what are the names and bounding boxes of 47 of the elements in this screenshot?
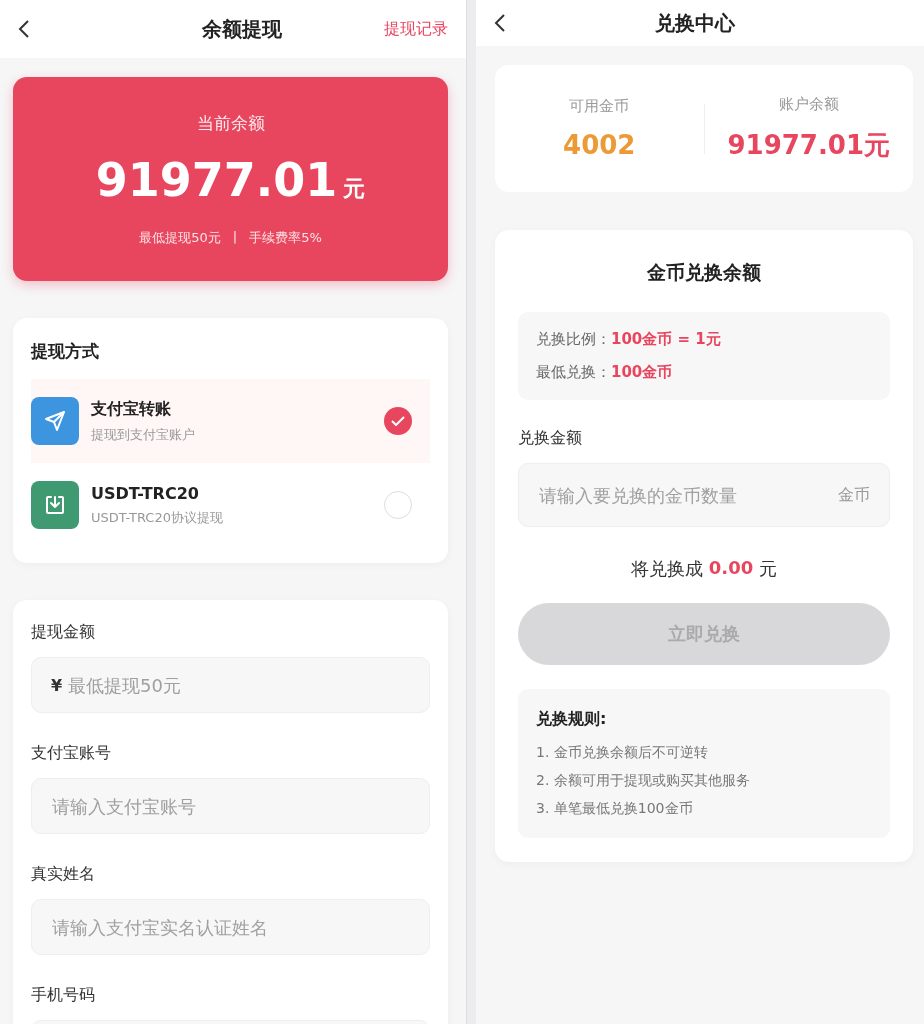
minimum-note: 最低提现50元 <box>139 228 221 247</box>
field-label: 手机号码 <box>31 985 96 1006</box>
back-icon <box>18 19 30 39</box>
balance-amount: 91977.01 <box>95 152 338 207</box>
rule-item: 2. 余额可用于提现或购买其他服务 <box>536 772 751 790</box>
stat-value: 91977.01元 <box>727 128 890 162</box>
fee-note: 手续费率5% <box>249 228 322 247</box>
info-label: 最低兑换： <box>536 363 611 382</box>
rules-title: 兑换规则: <box>536 709 608 730</box>
method-description: 提现到支付宝账户 <box>91 425 196 444</box>
field-label: 提现金额 <box>31 622 96 643</box>
result-amount: 0.00 <box>708 557 754 580</box>
radio-button[interactable] <box>384 407 412 435</box>
stat-label: 可用金币 <box>569 97 630 116</box>
withdraw-history-link[interactable]: 提现记录 <box>384 18 448 40</box>
method-description: USDT-TRC20协议提现 <box>91 508 224 527</box>
radio-button[interactable] <box>384 491 412 519</box>
result-unit: 元 <box>759 557 778 581</box>
rule-item: 1. 金币兑换余额后不可逆转 <box>536 744 709 762</box>
paper-plane-icon <box>43 409 67 433</box>
section-title: 提现方式 <box>31 340 100 363</box>
method-option[interactable]: 支付宝转账 提现到支付宝账户 <box>31 379 430 463</box>
method-name: USDT-TRC20 <box>91 483 200 503</box>
input-field[interactable]: 请输入支付宝实名认证姓名 <box>31 899 430 955</box>
page-title: 余额提现 <box>201 15 283 43</box>
result-label: 将兑换成 <box>630 557 703 581</box>
check-icon <box>391 416 405 426</box>
stat-value: 4002 <box>563 130 636 160</box>
field-label: 支付宝账号 <box>31 743 112 764</box>
page-title: 兑换中心 <box>654 9 736 37</box>
unit-label: 金币 <box>838 484 870 506</box>
info-label: 兑换比例： <box>536 330 611 349</box>
field-label: 真实姓名 <box>31 864 96 885</box>
balance-label: 当前余额 <box>196 111 265 135</box>
currency-unit: 元 <box>343 174 366 203</box>
currency-prefix: ¥ <box>51 675 63 695</box>
stat-label: 账户余额 <box>778 94 839 114</box>
info-value: 100金币 = 1元 <box>611 330 721 349</box>
card-title: 金币兑换余额 <box>646 260 762 285</box>
rule-item: 3. 单笔最低兑换100金币 <box>536 800 694 818</box>
method-name: 支付宝转账 <box>91 398 172 420</box>
download-tray-icon <box>43 493 67 517</box>
field-label: 兑换金额 <box>518 428 583 449</box>
back-icon <box>494 13 506 33</box>
input-field[interactable]: 请输入支付宝账号 <box>31 778 430 834</box>
separator: | <box>232 228 238 246</box>
info-value: 100金币 <box>611 363 673 382</box>
